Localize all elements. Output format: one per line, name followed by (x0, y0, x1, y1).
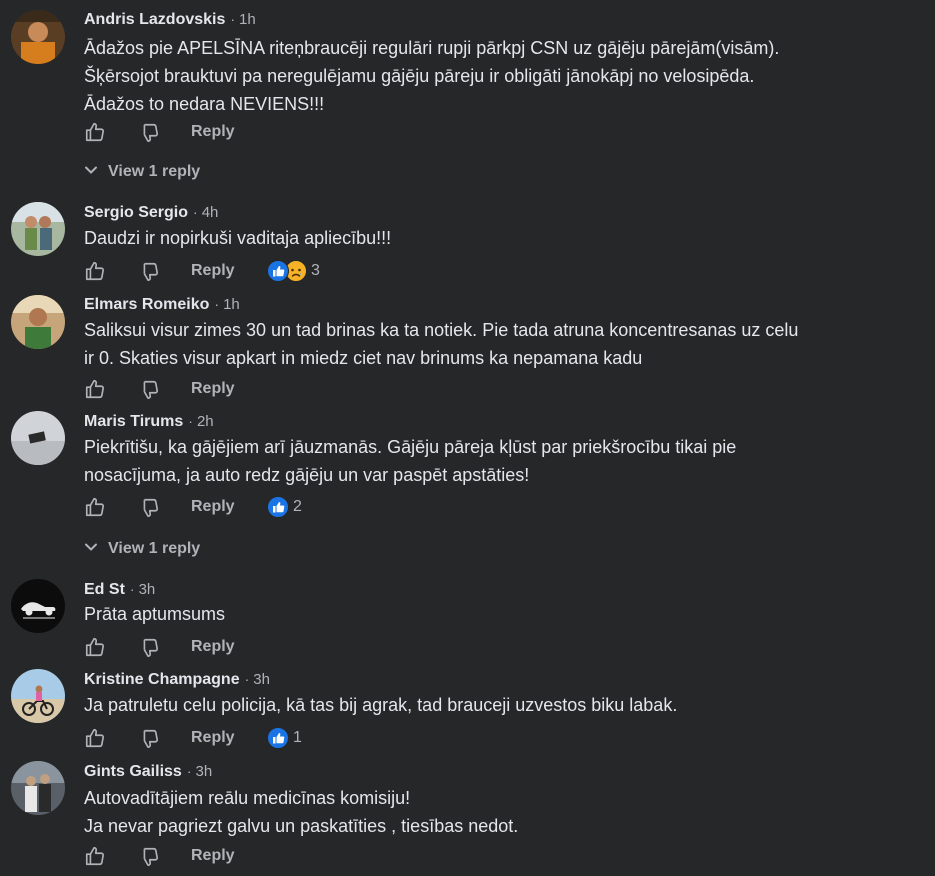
dislike-icon[interactable] (138, 637, 160, 659)
author-name[interactable]: Sergio Sergio (84, 204, 188, 221)
separator-dot: · (214, 296, 220, 312)
author-name[interactable]: Maris Tirums (84, 413, 183, 430)
reaction-summary[interactable]: 3 (267, 260, 327, 284)
reaction-count: 3 (311, 262, 320, 279)
reply-button[interactable]: Reply (191, 638, 235, 656)
comment-text: Saliksui visur zimes 30 un tad brinas ka… (84, 316, 798, 372)
reaction-summary[interactable]: 1 (267, 727, 307, 751)
reply-button[interactable]: Reply (191, 123, 235, 141)
timestamp[interactable]: 3h (139, 581, 156, 598)
view-replies-button[interactable]: View 1 reply (84, 540, 200, 558)
comment-text: Autovadītājiem reālu medicīnas komisiju!… (84, 784, 518, 840)
author-name[interactable]: Ed St (84, 581, 125, 598)
reaction-summary[interactable]: 2 (267, 496, 307, 520)
comment-line: Ādažos to nedara NEVIENS!!! (84, 94, 325, 114)
comment-line: Autovadītājiem reālu medicīnas komisiju! (84, 788, 411, 808)
like-icon[interactable] (84, 260, 106, 282)
view-replies-label: View 1 reply (108, 163, 201, 180)
chevron-down-icon (84, 163, 98, 177)
like-icon (267, 496, 289, 518)
comment-line: Ja patruletu celu policija, kā tas bij a… (84, 695, 678, 715)
dislike-icon[interactable] (138, 846, 160, 868)
view-replies-button[interactable]: View 1 reply (84, 163, 200, 181)
like-icon[interactable] (84, 727, 106, 749)
dislike-icon[interactable] (138, 497, 160, 519)
dislike-icon[interactable] (138, 261, 160, 283)
separator-dot: · (230, 11, 236, 27)
timestamp[interactable]: 1h (239, 11, 256, 28)
reply-button[interactable]: Reply (191, 380, 235, 398)
reply-button[interactable]: Reply (191, 847, 235, 865)
like-icon[interactable] (84, 636, 106, 658)
comment-line: Prāta aptumsums (84, 604, 226, 624)
like-icon (267, 260, 289, 282)
reply-button[interactable]: Reply (191, 729, 235, 747)
comment-text: Daudzi ir nopirkuši vaditaja apliecību!!… (84, 224, 391, 252)
avatar[interactable] (11, 411, 65, 465)
like-icon[interactable] (84, 121, 106, 143)
comment-text: Ādažos pie APELSĪNA riteņbraucēji regulā… (84, 34, 779, 118)
reaction-count: 2 (293, 498, 302, 515)
avatar[interactable] (11, 295, 65, 349)
comment-line: Saliksui visur zimes 30 un tad brinas ka… (84, 320, 799, 340)
comment-line: Piekrītišu, ka gājējiem arī jāuzmanās. G… (84, 437, 737, 457)
separator-dot: · (129, 581, 135, 597)
reaction-count: 1 (293, 729, 302, 746)
separator-dot: · (186, 763, 192, 779)
comment-text: Ja patruletu celu policija, kā tas bij a… (84, 691, 677, 719)
like-icon[interactable] (84, 496, 106, 518)
comment-line: Šķērsojot brauktuvi pa neregulējamu gājē… (84, 66, 755, 86)
timestamp[interactable]: 1h (223, 296, 240, 313)
timestamp[interactable]: 3h (195, 763, 212, 780)
reply-button[interactable]: Reply (191, 262, 235, 280)
author-name[interactable]: Gints Gailiss (84, 763, 182, 780)
comment-line: Ādažos pie APELSĪNA riteņbraucēji regulā… (84, 38, 780, 58)
dislike-icon[interactable] (138, 379, 160, 401)
author-name[interactable]: Kristine Champagne (84, 671, 240, 688)
timestamp[interactable]: 2h (197, 413, 214, 430)
avatar[interactable] (11, 579, 65, 633)
comment-line: Ja nevar pagriezt galvu un paskatīties ,… (84, 816, 519, 836)
avatar[interactable] (11, 202, 65, 256)
like-icon[interactable] (84, 378, 106, 400)
comment-line: ir 0. Skaties visur apkart in miedz ciet… (84, 348, 643, 368)
avatar[interactable] (11, 761, 65, 815)
view-replies-label: View 1 reply (108, 540, 201, 557)
like-icon (267, 727, 289, 749)
separator-dot: · (193, 204, 198, 220)
author-name[interactable]: Andris Lazdovskis (84, 11, 225, 28)
timestamp[interactable]: 4h (202, 204, 219, 221)
author-name[interactable]: Elmars Romeiko (84, 296, 209, 313)
comment-line: nosacījuma, ja auto redz gājēju un var p… (84, 465, 530, 485)
avatar[interactable] (11, 10, 65, 64)
like-icon[interactable] (84, 845, 106, 867)
chevron-down-icon (84, 540, 98, 554)
separator-dot: · (188, 413, 193, 429)
separator-dot: · (244, 671, 250, 687)
avatar[interactable] (11, 669, 65, 723)
comment-text: Prāta aptumsums (84, 600, 225, 628)
dislike-icon[interactable] (138, 728, 160, 750)
timestamp[interactable]: 3h (253, 671, 270, 688)
comment-text: Piekrītišu, ka gājējiem arī jāuzmanās. G… (84, 433, 736, 489)
comment-line: Daudzi ir nopirkuši vaditaja apliecību!!… (84, 228, 392, 248)
dislike-icon[interactable] (138, 122, 160, 144)
reply-button[interactable]: Reply (191, 498, 235, 516)
